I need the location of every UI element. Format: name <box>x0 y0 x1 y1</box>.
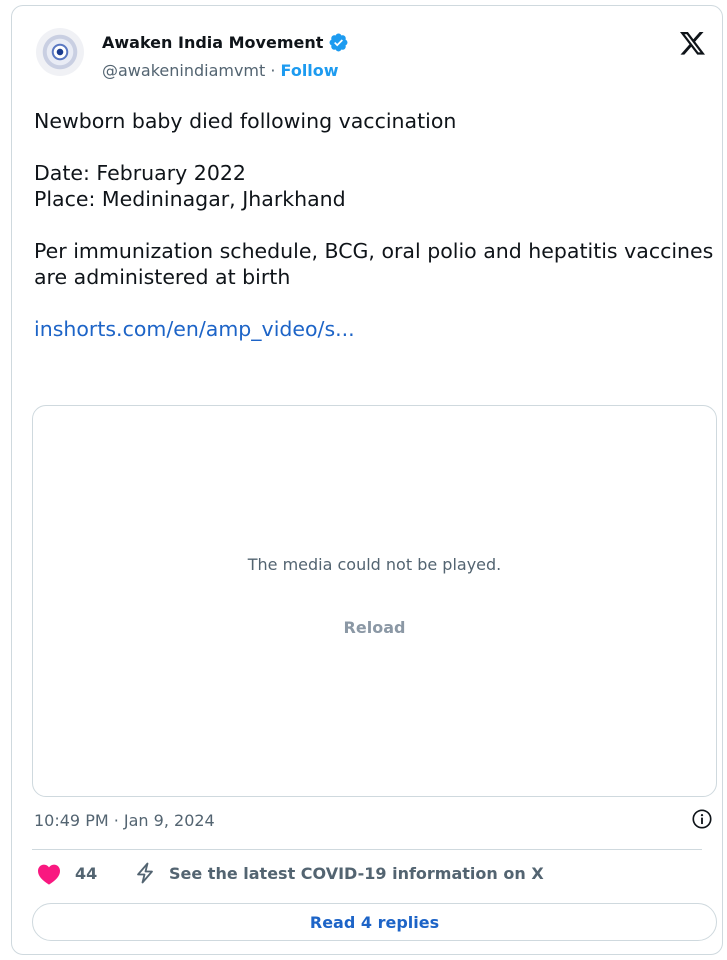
covid-info-link[interactable]: See the latest COVID-19 information on X <box>169 864 544 883</box>
read-replies-button[interactable]: Read 4 replies <box>32 903 717 941</box>
media-error-message: The media could not be played. <box>247 555 502 574</box>
tweet-card: Awaken India Movement @awakenindiamvmt ·… <box>11 5 723 955</box>
tweet-text-line: Per immunization schedule, BCG, oral pol… <box>34 239 714 289</box>
tweet-link[interactable]: inshorts.com/en/amp_video/s... <box>34 317 355 341</box>
author-display-name[interactable]: Awaken India Movement <box>102 33 323 52</box>
tweet-text-line: Newborn baby died following vaccination <box>34 109 457 133</box>
follow-button[interactable]: Follow <box>281 61 339 80</box>
verified-badge-icon <box>329 33 348 52</box>
tweet-text-line: Date: February 2022 <box>34 161 246 185</box>
author-name-row: Awaken India Movement <box>102 32 349 53</box>
author-handle-row: @awakenindiamvmt · Follow <box>102 61 339 80</box>
media-container: The media could not be played. Reload <box>32 405 717 797</box>
x-logo-icon[interactable] <box>680 32 705 55</box>
author-avatar[interactable] <box>36 28 84 76</box>
heart-icon[interactable] <box>37 863 61 885</box>
handle-separator: · <box>265 61 281 80</box>
reload-button[interactable]: Reload <box>33 618 716 637</box>
tweet-text-line: Place: Medininagar, Jharkhand <box>34 187 346 211</box>
like-count[interactable]: 44 <box>75 864 97 883</box>
info-icon[interactable] <box>691 808 713 830</box>
tweet-timestamp[interactable]: 10:49 PM · Jan 9, 2024 <box>34 811 215 830</box>
author-handle[interactable]: @awakenindiamvmt <box>102 61 265 80</box>
lightning-bolt-icon <box>137 862 153 884</box>
tweet-text: Newborn baby died following vaccination … <box>34 108 714 342</box>
divider <box>32 849 702 850</box>
